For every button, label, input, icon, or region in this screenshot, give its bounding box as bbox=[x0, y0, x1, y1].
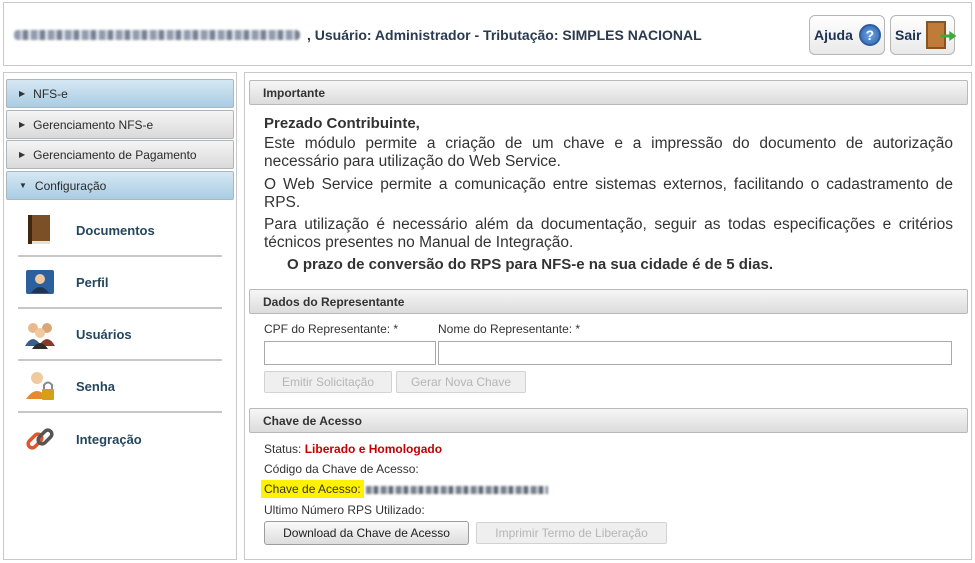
greeting: Prezado Contribuinte, bbox=[264, 115, 420, 132]
key-label-highlighted: Chave de Acesso: bbox=[261, 480, 364, 498]
last-rps-label: Ultimo Número RPS Utilizado: bbox=[264, 503, 425, 517]
key-line: Chave de Acesso: bbox=[261, 480, 548, 498]
exit-label: Sair bbox=[895, 27, 922, 43]
help-label: Ajuda bbox=[814, 27, 853, 43]
conversion-deadline-notice: O prazo de conversão do RPS para NFS-e n… bbox=[287, 256, 773, 273]
help-button[interactable]: Ajuda ? bbox=[809, 15, 885, 55]
access-key-value-redacted bbox=[365, 485, 548, 494]
accordion-label: Gerenciamento de Pagamento bbox=[33, 147, 197, 162]
main-content: Importante Prezado Contribuinte, Este mó… bbox=[244, 72, 972, 560]
exit-button[interactable]: Sair bbox=[890, 15, 955, 55]
section-header-representante: Dados do Representante bbox=[249, 289, 968, 314]
section-header-chave-acesso: Chave de Acesso bbox=[249, 408, 968, 433]
sidebar: ▶ NFS-e ▶ Gerenciamento NFS-e ▶ Gerencia… bbox=[3, 72, 237, 560]
download-key-button[interactable]: Download da Chave de Acesso bbox=[264, 521, 469, 545]
municipality-name-redacted bbox=[14, 30, 300, 40]
menu-item-integracao[interactable]: Integração bbox=[18, 413, 222, 465]
top-header: , Usuário: Administrador - Tributação: S… bbox=[3, 2, 972, 66]
accordion-configuracao[interactable]: ▼ Configuração bbox=[6, 171, 234, 200]
accordion-nfse[interactable]: ▶ NFS-e bbox=[6, 79, 234, 108]
caret-down-icon: ▼ bbox=[19, 181, 27, 190]
menu-item-senha[interactable]: Senha bbox=[18, 361, 222, 413]
status-label: Status: bbox=[264, 442, 302, 456]
password-icon bbox=[22, 368, 58, 404]
menu-item-perfil[interactable]: Perfil bbox=[18, 257, 222, 309]
accordion-label: NFS-e bbox=[33, 86, 68, 101]
caret-right-icon: ▶ bbox=[19, 120, 26, 129]
status-badge: Liberado e Homologado bbox=[304, 442, 443, 456]
book-icon bbox=[22, 212, 58, 248]
request-button-disabled[interactable]: Emitir Solicitação bbox=[264, 371, 392, 393]
user-info: , Usuário: Administrador - Tributação: S… bbox=[307, 27, 702, 43]
menu-item-documentos[interactable]: Documentos bbox=[18, 205, 222, 257]
menu-item-label: Senha bbox=[76, 378, 116, 394]
link-icon bbox=[22, 421, 58, 457]
menu-item-label: Documentos bbox=[76, 222, 155, 238]
representative-name-field[interactable] bbox=[438, 341, 952, 365]
important-paragraph: Para utilização é necessário além da doc… bbox=[264, 216, 953, 251]
accordion-gerenciamento-pagamento[interactable]: ▶ Gerenciamento de Pagamento bbox=[6, 140, 234, 169]
menu-item-label: Integração bbox=[76, 431, 142, 447]
accordion-label: Gerenciamento NFS-e bbox=[33, 117, 154, 132]
generate-key-button-disabled[interactable]: Gerar Nova Chave bbox=[396, 371, 526, 393]
cpf-field[interactable] bbox=[264, 341, 436, 365]
users-icon bbox=[22, 316, 58, 352]
question-icon: ? bbox=[858, 24, 881, 46]
exit-door-icon bbox=[926, 21, 947, 49]
cpf-label: CPF do Representante: * bbox=[264, 322, 399, 336]
key-code-label: Código da Chave de Acesso: bbox=[264, 462, 419, 476]
section-header-importante: Importante bbox=[249, 80, 968, 105]
important-paragraph: O Web Service permite a comunicação entr… bbox=[264, 176, 953, 211]
status-line: Status: Liberado e Homologado bbox=[264, 442, 442, 456]
profile-icon bbox=[22, 264, 58, 300]
menu-item-usuarios[interactable]: Usuários bbox=[18, 309, 222, 361]
caret-right-icon: ▶ bbox=[19, 150, 26, 159]
print-term-button-disabled[interactable]: Imprimir Termo de Liberação bbox=[476, 522, 667, 544]
menu-item-label: Usuários bbox=[76, 326, 132, 342]
important-paragraph: Este módulo permite a criação de um chav… bbox=[264, 135, 953, 170]
accordion-gerenciamento-nfse[interactable]: ▶ Gerenciamento NFS-e bbox=[6, 110, 234, 139]
name-label: Nome do Representante: * bbox=[438, 322, 581, 336]
caret-right-icon: ▶ bbox=[19, 89, 26, 98]
accordion-label: Configuração bbox=[34, 178, 107, 193]
menu-item-label: Perfil bbox=[76, 274, 109, 290]
